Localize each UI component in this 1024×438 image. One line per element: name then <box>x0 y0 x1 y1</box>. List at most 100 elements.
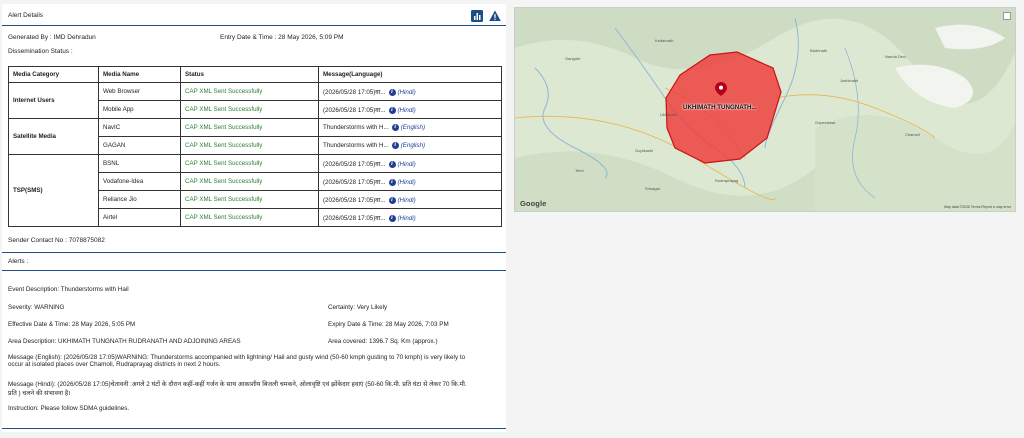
alert-details-panel: Alert Details Generated By : IMD Dehradu… <box>2 4 506 432</box>
media-name: BSNL <box>98 154 181 173</box>
expiry-datetime: Expiry Date & Time: 28 May 2026, 7:03 PM <box>328 321 449 328</box>
map-town: Ukhimath <box>660 112 677 117</box>
message-cell: Thunderstorms with H... i (English) <box>318 136 502 155</box>
alerts-label: Alerts : <box>8 258 29 265</box>
map-town: Chamoli <box>905 132 920 137</box>
panel-title: Alert Details <box>8 12 44 19</box>
table-header-row: Media Category Media Name Status Message… <box>8 66 502 83</box>
certainty: Certainty: Very Likely <box>328 304 388 311</box>
warning-icon[interactable] <box>489 10 501 22</box>
effective-datetime: Effective Date & Time: 28 May 2026, 5:05… <box>8 321 136 328</box>
area-description: Area Description: UKHIMATH TUNGNATH RUDR… <box>8 338 241 345</box>
message-cell: (2026/05/28 17:05)वा... i (Hindi) <box>318 100 502 119</box>
map-town: Tehri <box>575 168 584 173</box>
col-media-name: Media Name <box>98 66 181 83</box>
table-row: Satellite Media NavIC CAP XML Sent Succe… <box>8 118 502 155</box>
message-cell: (2026/05/28 17:05)वा... i (Hindi) <box>318 82 502 101</box>
info-icon[interactable]: i <box>388 178 396 186</box>
status-text: CAP XML Sent Successfully <box>180 82 319 101</box>
dissemination-status-label: Dissemination Status : <box>8 48 73 55</box>
col-media-category: Media Category <box>8 66 99 83</box>
terrain-map <box>515 8 1015 211</box>
col-status: Status <box>180 66 319 83</box>
message-cell: Thunderstorms with H... i (English) <box>318 118 502 137</box>
message-language: (Hindi) <box>397 179 416 186</box>
area-covered: Area covered: 1396.7 Sq. Km (approx.) <box>328 338 438 345</box>
message-language: (English) <box>400 124 426 132</box>
message-preview: Thunderstorms with H... <box>323 142 389 150</box>
info-icon[interactable]: i <box>391 123 399 131</box>
message-preview: (2026/05/28 17:05)वा... <box>323 197 386 204</box>
message-hindi-line2: प्रति ) चलने की संभावना है। <box>8 390 71 397</box>
message-language: (Hindi) <box>397 89 416 96</box>
media-name: Reliance Jio <box>98 190 181 209</box>
message-hindi: Message (Hindi): (2026/05/28 17:05)चेताव… <box>8 379 502 397</box>
message-language: (English) <box>400 142 426 150</box>
chart-icon[interactable] <box>471 10 483 22</box>
map-marker-icon[interactable] <box>715 82 727 96</box>
category-tsp-sms: TSP(SMS) <box>8 154 99 227</box>
map-town: Kedarnath <box>655 38 674 43</box>
map-footer[interactable]: Map data ©2026 Terms Report a map error <box>944 205 1011 209</box>
category-internet-users: Internet Users <box>8 82 99 119</box>
sender-contact: Sender Contact No : 7078875082 <box>8 237 105 244</box>
map-town: Nanda Devi <box>885 54 906 59</box>
severity: Severity: WARNING <box>8 304 65 311</box>
google-logo: Google <box>520 199 547 208</box>
alert-area-label: UKHIMATH TUNGNATH... <box>683 104 757 111</box>
alert-area-map[interactable]: UKHIMATH TUNGNATH... Gangotri Kedarnath … <box>514 7 1016 212</box>
generated-by: Generated By : IMD Dehradun <box>8 34 96 41</box>
table-row: TSP(SMS) BSNL CAP XML Sent Successfully … <box>8 154 502 227</box>
message-english: Message (English): (2026/05/28 17:05)WAR… <box>8 354 500 368</box>
map-town: Gangotri <box>565 56 581 61</box>
media-name: GAGAN <box>98 136 181 155</box>
category-satellite-media: Satellite Media <box>8 118 99 155</box>
status-text: CAP XML Sent Successfully <box>180 172 319 191</box>
map-town: Joshimath <box>840 78 859 83</box>
panel-header: Alert Details <box>2 4 506 26</box>
media-name: Airtel <box>98 208 181 227</box>
table-row: Internet Users Web Browser CAP XML Sent … <box>8 82 502 119</box>
divider <box>2 428 506 429</box>
instruction: Instruction: Please follow SDMA guidelin… <box>8 405 130 412</box>
message-cell: (2026/05/28 17:05)वा... i (Hindi) <box>318 172 502 191</box>
message-preview: (2026/05/28 17:05)वा... <box>323 161 386 168</box>
map-town: Srinagar <box>645 186 661 191</box>
fullscreen-button[interactable] <box>1003 12 1011 20</box>
message-hindi-line1: Message (Hindi): (2026/05/28 17:05)चेताव… <box>8 381 467 388</box>
message-language: (Hindi) <box>397 107 416 114</box>
message-english-line1: Message (English): (2026/05/28 17:05)WAR… <box>8 354 466 361</box>
message-preview: Thunderstorms with H... <box>323 124 389 132</box>
divider <box>2 270 506 271</box>
status-text: CAP XML Sent Successfully <box>180 190 319 209</box>
message-language: (Hindi) <box>397 161 416 168</box>
status-text: CAP XML Sent Successfully <box>180 136 319 155</box>
message-cell: (2026/05/28 17:05)वा... i (Hindi) <box>318 208 502 227</box>
info-icon[interactable]: i <box>388 160 396 168</box>
col-message-language: Message(Language) <box>318 66 502 83</box>
message-english-line2: occur at isolated places over Chamoli, R… <box>8 361 221 368</box>
info-icon[interactable]: i <box>388 88 396 96</box>
info-icon[interactable]: i <box>391 141 399 149</box>
message-language: (Hindi) <box>397 197 416 204</box>
map-town: Gopeshwar <box>815 120 836 125</box>
message-preview: (2026/05/28 17:05)वा... <box>323 179 386 186</box>
media-name: Mobile App <box>98 100 181 119</box>
info-icon[interactable]: i <box>388 106 396 114</box>
entry-datetime: Entry Date & Time : 28 May 2026, 5:09 PM <box>220 34 344 41</box>
media-name: Vodafone-Idea <box>98 172 181 191</box>
status-text: CAP XML Sent Successfully <box>180 100 319 119</box>
divider <box>2 252 506 253</box>
message-language: (Hindi) <box>397 215 416 222</box>
map-town: Badrinath <box>810 48 828 53</box>
media-name: Web Browser <box>98 82 181 101</box>
message-cell: (2026/05/28 17:05)वा... i (Hindi) <box>318 190 502 209</box>
dissemination-table: Media Category Media Name Status Message… <box>8 66 502 227</box>
status-text: CAP XML Sent Successfully <box>180 154 319 173</box>
info-icon[interactable]: i <box>388 196 396 204</box>
info-icon[interactable]: i <box>388 214 396 222</box>
media-name: NavIC <box>98 118 181 137</box>
message-preview: (2026/05/28 17:05)वा... <box>323 215 386 222</box>
map-town: Guptkashi <box>635 148 654 153</box>
status-text: CAP XML Sent Successfully <box>180 118 319 137</box>
